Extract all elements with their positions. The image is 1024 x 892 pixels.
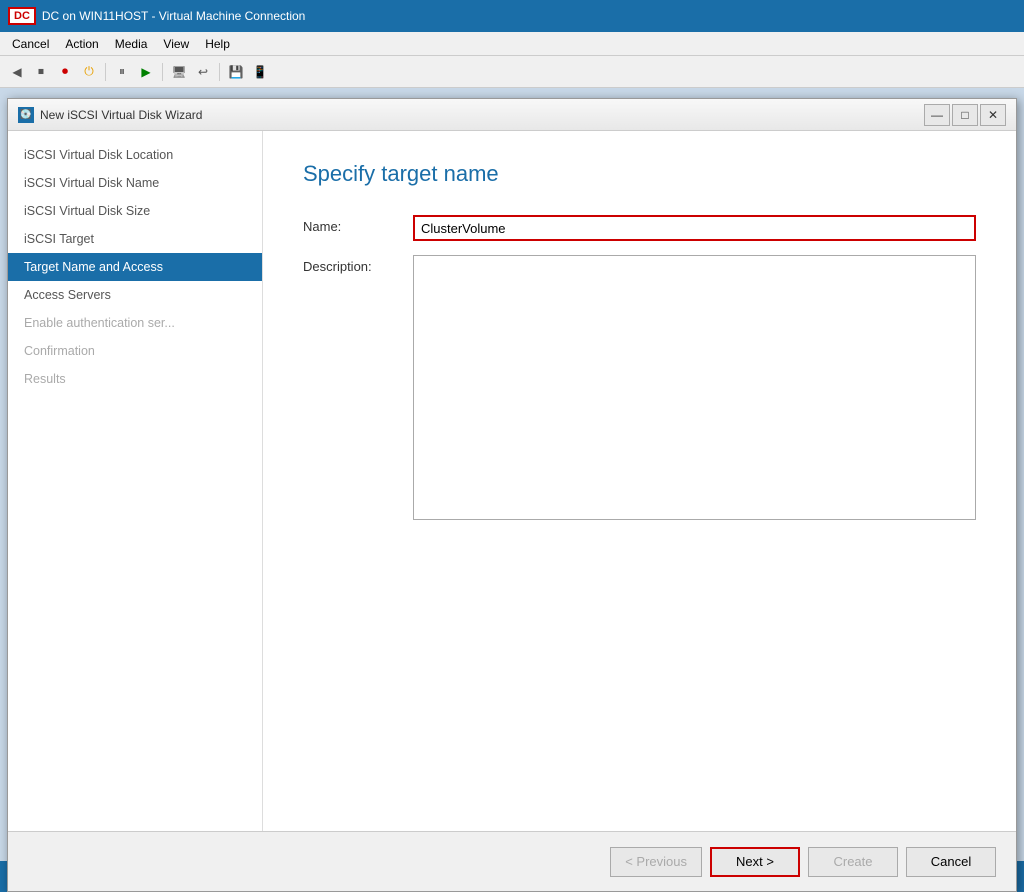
previous-button[interactable]: < Previous	[610, 847, 702, 877]
menu-bar: Cancel Action Media View Help	[0, 32, 1024, 56]
toolbar-undo[interactable]: ↩	[192, 61, 214, 83]
wizard-icon: 💽	[18, 107, 34, 123]
nav-auth: Enable authentication ser...	[8, 309, 262, 337]
nav-results: Results	[8, 365, 262, 393]
toolbar-pause[interactable]: ⏸	[111, 61, 133, 83]
wizard-dialog: 💽 New iSCSI Virtual Disk Wizard — □ ✕ iS…	[7, 98, 1017, 892]
description-input[interactable]	[413, 255, 976, 520]
toolbar-device[interactable]: 📱	[249, 61, 271, 83]
toolbar-stop[interactable]: ⏹	[30, 61, 52, 83]
menu-media[interactable]: Media	[107, 35, 156, 53]
wizard-nav: iSCSI Virtual Disk Location iSCSI Virtua…	[8, 131, 263, 831]
name-label: Name:	[303, 215, 413, 234]
name-input[interactable]	[413, 215, 976, 241]
dialog-controls: — □ ✕	[924, 104, 1006, 126]
minimize-button[interactable]: —	[924, 104, 950, 126]
dialog-body: iSCSI Virtual Disk Location iSCSI Virtua…	[8, 131, 1016, 891]
name-row: Name:	[303, 215, 976, 241]
nav-target-name[interactable]: Target Name and Access	[8, 253, 262, 281]
main-area: 💽 New iSCSI Virtual Disk Wizard — □ ✕ iS…	[0, 88, 1024, 861]
description-row: Description:	[303, 255, 976, 520]
nav-iscsi-target[interactable]: iSCSI Target	[8, 225, 262, 253]
dialog-title: New iSCSI Virtual Disk Wizard	[40, 108, 924, 122]
nav-confirmation: Confirmation	[8, 337, 262, 365]
nav-iscsi-size[interactable]: iSCSI Virtual Disk Size	[8, 197, 262, 225]
title-bar: DC DC on WIN11HOST - Virtual Machine Con…	[0, 0, 1024, 32]
cancel-button[interactable]: Cancel	[906, 847, 996, 877]
toolbar-power-orange[interactable]: ⏻	[78, 61, 100, 83]
toolbar: ◀ ⏹ ⏺ ⏻ ⏸ ▶ 🖥 ↩ 💾 📱	[0, 56, 1024, 88]
close-button[interactable]: ✕	[980, 104, 1006, 126]
nav-iscsi-name[interactable]: iSCSI Virtual Disk Name	[8, 169, 262, 197]
toolbar-save[interactable]: 💾	[225, 61, 247, 83]
page-title: Specify target name	[303, 161, 976, 187]
toolbar-screen[interactable]: 🖥	[168, 61, 190, 83]
nav-iscsi-location[interactable]: iSCSI Virtual Disk Location	[8, 141, 262, 169]
next-button[interactable]: Next >	[710, 847, 800, 877]
toolbar-sep1	[105, 63, 106, 81]
maximize-button[interactable]: □	[952, 104, 978, 126]
menu-file[interactable]: Cancel	[4, 35, 57, 53]
create-button: Create	[808, 847, 898, 877]
window-title: DC on WIN11HOST - Virtual Machine Connec…	[42, 9, 305, 23]
wizard-main-content: Specify target name Name: Description:	[263, 131, 1016, 831]
toolbar-play[interactable]: ▶	[135, 61, 157, 83]
toolbar-back[interactable]: ◀	[6, 61, 28, 83]
menu-help[interactable]: Help	[197, 35, 238, 53]
toolbar-sep2	[162, 63, 163, 81]
dialog-footer: < Previous Next > Create Cancel	[8, 831, 1016, 891]
dialog-title-bar: 💽 New iSCSI Virtual Disk Wizard — □ ✕	[8, 99, 1016, 131]
menu-view[interactable]: View	[155, 35, 197, 53]
menu-action[interactable]: Action	[57, 35, 106, 53]
description-label: Description:	[303, 255, 413, 274]
toolbar-power-red[interactable]: ⏺	[54, 61, 76, 83]
dc-badge: DC	[8, 7, 36, 25]
toolbar-sep3	[219, 63, 220, 81]
dialog-content: iSCSI Virtual Disk Location iSCSI Virtua…	[8, 131, 1016, 831]
nav-access-servers[interactable]: Access Servers	[8, 281, 262, 309]
